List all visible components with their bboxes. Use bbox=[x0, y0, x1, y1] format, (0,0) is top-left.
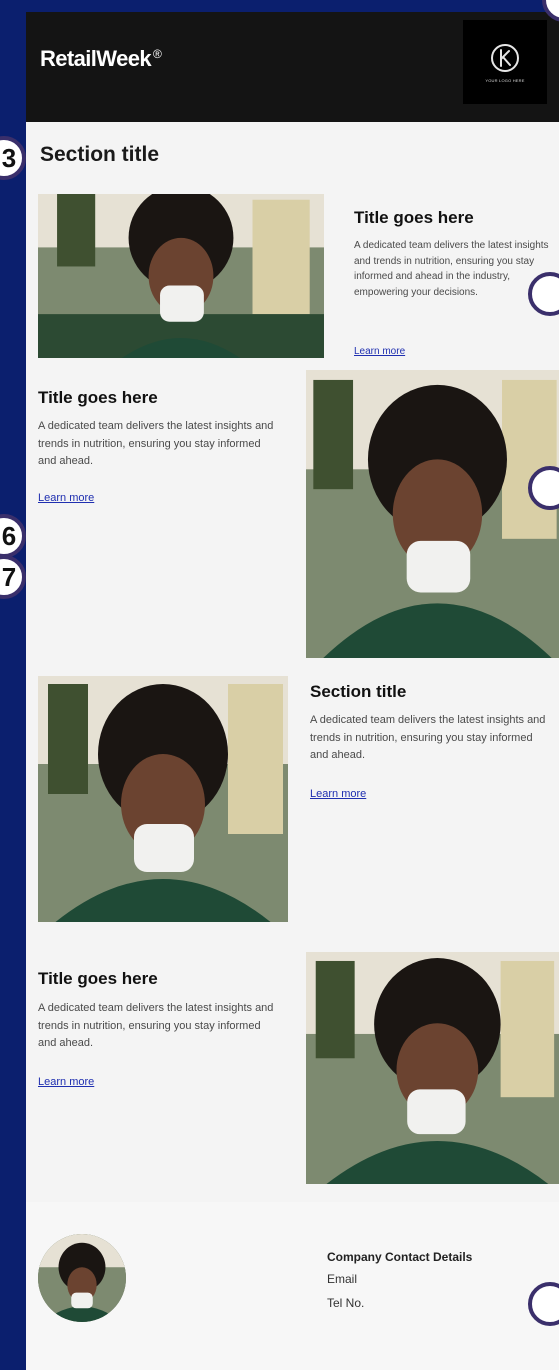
block-3-learn-more-link[interactable]: Learn more bbox=[310, 788, 366, 800]
annotation-marker-6: 6 bbox=[0, 514, 26, 558]
hero-photo[interactable] bbox=[38, 194, 324, 358]
block-1-title: Title goes here bbox=[354, 208, 474, 227]
block-4-text: A dedicated team delivers the latest ins… bbox=[38, 1002, 274, 1050]
section-title: Section title bbox=[40, 143, 160, 166]
contact-tel[interactable]: Tel No. bbox=[327, 1296, 364, 1310]
block-1-learn-more-link[interactable]: Learn more bbox=[354, 346, 405, 357]
block-2-learn-more-link[interactable]: Learn more bbox=[38, 492, 94, 504]
annotation-marker-7: 7 bbox=[0, 555, 26, 599]
block-2-photo[interactable] bbox=[306, 370, 559, 658]
contact-email[interactable]: Email bbox=[327, 1272, 357, 1286]
block-3-title: Section title bbox=[310, 682, 407, 701]
email-header: RetailWeek ® YOUR LOGO HERE bbox=[26, 12, 559, 122]
annotation-marker-3: 3 bbox=[0, 136, 26, 180]
block-3-photo[interactable] bbox=[38, 676, 288, 922]
block-4-photo[interactable] bbox=[306, 952, 559, 1184]
partner-logo[interactable]: YOUR LOGO HERE bbox=[463, 20, 547, 104]
block-4-learn-more-link[interactable]: Learn more bbox=[38, 1076, 94, 1088]
block-3-text: A dedicated team delivers the latest ins… bbox=[310, 714, 546, 762]
block-2-text: A dedicated team delivers the latest ins… bbox=[38, 420, 274, 468]
k-monogram-icon bbox=[491, 44, 519, 72]
logo-caption: YOUR LOGO HERE bbox=[485, 78, 525, 83]
registered-mark: ® bbox=[152, 46, 162, 61]
avatar[interactable] bbox=[38, 1234, 126, 1322]
brand-name: RetailWeek bbox=[40, 46, 152, 71]
block-1-text: A dedicated team delivers the latest ins… bbox=[354, 240, 549, 298]
contact-title: Company Contact Details bbox=[327, 1250, 473, 1264]
block-4-title: Title goes here bbox=[38, 969, 158, 988]
email-preview: RetailWeek ® YOUR LOGO HERE Section title… bbox=[26, 12, 559, 1370]
block-2-title: Title goes here bbox=[38, 388, 158, 407]
brand-logo[interactable]: RetailWeek ® bbox=[40, 46, 162, 72]
